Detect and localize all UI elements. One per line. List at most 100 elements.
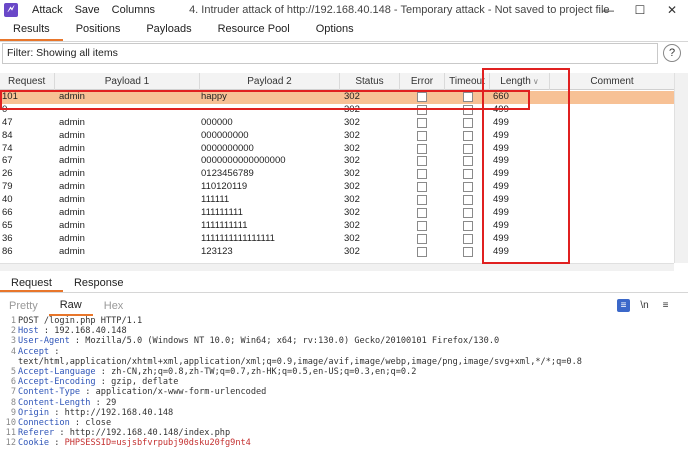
- table-row[interactable]: 26 admin 0123456789 302 499: [0, 168, 674, 181]
- col-length[interactable]: Length ∨: [490, 73, 550, 90]
- header-value: : zh-CN,zh;q=0.8,zh-TW;q=0.7,zh-HK;q=0.5…: [95, 366, 417, 377]
- cell-payload-1: admin: [59, 155, 85, 167]
- cell-length: 499: [493, 181, 509, 193]
- col-timeout[interactable]: Timeout: [445, 73, 490, 90]
- table-row[interactable]: 0 302 499: [0, 104, 674, 117]
- table-row[interactable]: 86 admin 123123 302 499: [0, 246, 674, 259]
- timeout-checkbox: [463, 208, 473, 219]
- wrap-lines-icon[interactable]: ≡: [617, 299, 630, 312]
- header-name: Accept-Language: [18, 366, 96, 377]
- cell-length: 499: [493, 129, 509, 141]
- tab-results[interactable]: Results: [0, 19, 63, 41]
- table-row[interactable]: 101 admin happy 302 660: [0, 91, 674, 104]
- code-line: 10 Connection : close: [0, 418, 688, 428]
- table-row[interactable]: 66 admin 111111111 302 499: [0, 207, 674, 220]
- cell-request: 47: [2, 116, 13, 128]
- code-line: 4 Accept :: [0, 347, 688, 357]
- cell-status: 302: [344, 168, 360, 180]
- minimize-icon[interactable]: —: [592, 0, 624, 20]
- table-row[interactable]: 65 admin 1111111111 302 499: [0, 220, 674, 233]
- cell-payload-2: happy: [201, 91, 227, 102]
- code-line: text/html,application/xhtml+xml,applicat…: [0, 357, 688, 367]
- header-value: : gzip, deflate: [95, 377, 179, 388]
- menu-attack[interactable]: Attack: [32, 4, 63, 16]
- close-icon[interactable]: ✕: [656, 0, 688, 20]
- tab-options[interactable]: Options: [303, 19, 367, 41]
- menu-columns[interactable]: Columns: [112, 4, 155, 16]
- cell-length: 499: [493, 116, 509, 128]
- tab-positions[interactable]: Positions: [63, 19, 134, 41]
- cell-payload-2: 1111111111111111: [201, 232, 275, 244]
- message-tabs: Request Response: [0, 275, 688, 293]
- table-horizontal-scrollbar[interactable]: [0, 263, 674, 271]
- header-name: Connection: [18, 417, 70, 428]
- table-row[interactable]: 67 admin 0000000000000000 302 499: [0, 155, 674, 168]
- help-icon[interactable]: ?: [663, 44, 681, 62]
- table-row[interactable]: 47 admin 000000 302 499: [0, 117, 674, 130]
- col-comment[interactable]: Comment: [550, 73, 674, 90]
- filter-bar[interactable]: Filter: Showing all items: [2, 43, 658, 64]
- table-row[interactable]: 79 admin 110120119 302 499: [0, 181, 674, 194]
- cell-status: 302: [344, 103, 360, 115]
- code-text: Accept-Language : zh-CN,zh;q=0.8,zh-TW;q…: [18, 367, 416, 377]
- code-text: Content-Type : application/x-www-form-ur…: [18, 387, 266, 397]
- header-name: Referer: [18, 428, 55, 439]
- timeout-checkbox: [463, 233, 473, 244]
- col-status[interactable]: Status: [340, 73, 400, 90]
- cell-length: 499: [493, 219, 509, 231]
- tab-hex[interactable]: Hex: [93, 298, 135, 315]
- line-number: 3: [10, 336, 16, 347]
- tab-payloads[interactable]: Payloads: [133, 19, 204, 41]
- col-payload-2[interactable]: Payload 2: [200, 73, 340, 90]
- maximize-icon[interactable]: ☐: [624, 0, 656, 20]
- tab-request[interactable]: Request: [0, 275, 63, 292]
- cell-status: 302: [344, 155, 360, 167]
- show-newlines-icon[interactable]: \n: [638, 299, 651, 312]
- code-line: 11 Referer : http://192.168.40.148/index.…: [0, 428, 688, 438]
- cell-status: 302: [344, 207, 360, 219]
- code-text: Origin : http://192.168.40.148: [18, 408, 173, 418]
- timeout-checkbox: [463, 182, 473, 193]
- line-number: 10: [5, 417, 16, 428]
- menu-icon[interactable]: ≡: [659, 299, 672, 312]
- header-value: : http://192.168.40.148/index.php: [54, 428, 231, 439]
- cell-length: 499: [493, 155, 509, 167]
- view-tabs: Pretty Raw Hex: [0, 297, 688, 316]
- table-row[interactable]: 84 admin 000000000 302 499: [0, 130, 674, 143]
- tab-raw[interactable]: Raw: [48, 297, 93, 316]
- col-request[interactable]: Request: [0, 73, 55, 90]
- timeout-checkbox: [463, 104, 473, 115]
- col-error[interactable]: Error: [400, 73, 445, 90]
- table-row[interactable]: 74 admin 0000000000 302 499: [0, 143, 674, 156]
- header-name: Content-Length: [18, 397, 91, 408]
- header-name: Origin: [18, 407, 50, 418]
- table-row[interactable]: 36 admin 1111111111111111 302 499: [0, 233, 674, 246]
- header-name: User-Agent: [18, 336, 70, 347]
- table-row[interactable]: 40 admin 111111 302 499: [0, 194, 674, 207]
- tab-pretty[interactable]: Pretty: [0, 298, 49, 315]
- line-number: 11: [5, 428, 16, 439]
- timeout-checkbox: [463, 130, 473, 141]
- header-value: text/html,application/xhtml+xml,applicat…: [18, 356, 582, 367]
- code-line: 1 POST /login.php HTTP/1.1: [0, 316, 688, 326]
- tab-response[interactable]: Response: [63, 275, 135, 292]
- line-number: 7: [10, 387, 16, 398]
- code-text: Accept-Encoding : gzip, deflate: [18, 377, 178, 387]
- window-title: 4. Intruder attack of http://192.168.40.…: [189, 4, 610, 16]
- header-name: Cookie: [18, 438, 50, 449]
- sort-descending-icon: ∨: [532, 77, 539, 86]
- line-number: 2: [10, 326, 16, 337]
- tab-resource-pool[interactable]: Resource Pool: [205, 19, 303, 41]
- table-header: Request Payload 1 Payload 2 Status Error…: [0, 73, 674, 90]
- title-bar: 🗲 Attack Save Columns 4. Intruder attack…: [0, 0, 688, 20]
- col-payload-1[interactable]: Payload 1: [55, 73, 200, 90]
- request-editor[interactable]: 1 POST /login.php HTTP/1.1 2 Host : 192.168…: [0, 316, 688, 469]
- error-checkbox: [417, 195, 427, 206]
- cell-payload-2: 110120119: [201, 181, 248, 193]
- timeout-checkbox: [463, 169, 473, 180]
- error-checkbox: [417, 92, 427, 102]
- menu-save[interactable]: Save: [75, 4, 100, 16]
- cell-length: 499: [493, 232, 509, 244]
- table-vertical-scrollbar[interactable]: [674, 73, 688, 263]
- cell-request: 86: [2, 245, 13, 257]
